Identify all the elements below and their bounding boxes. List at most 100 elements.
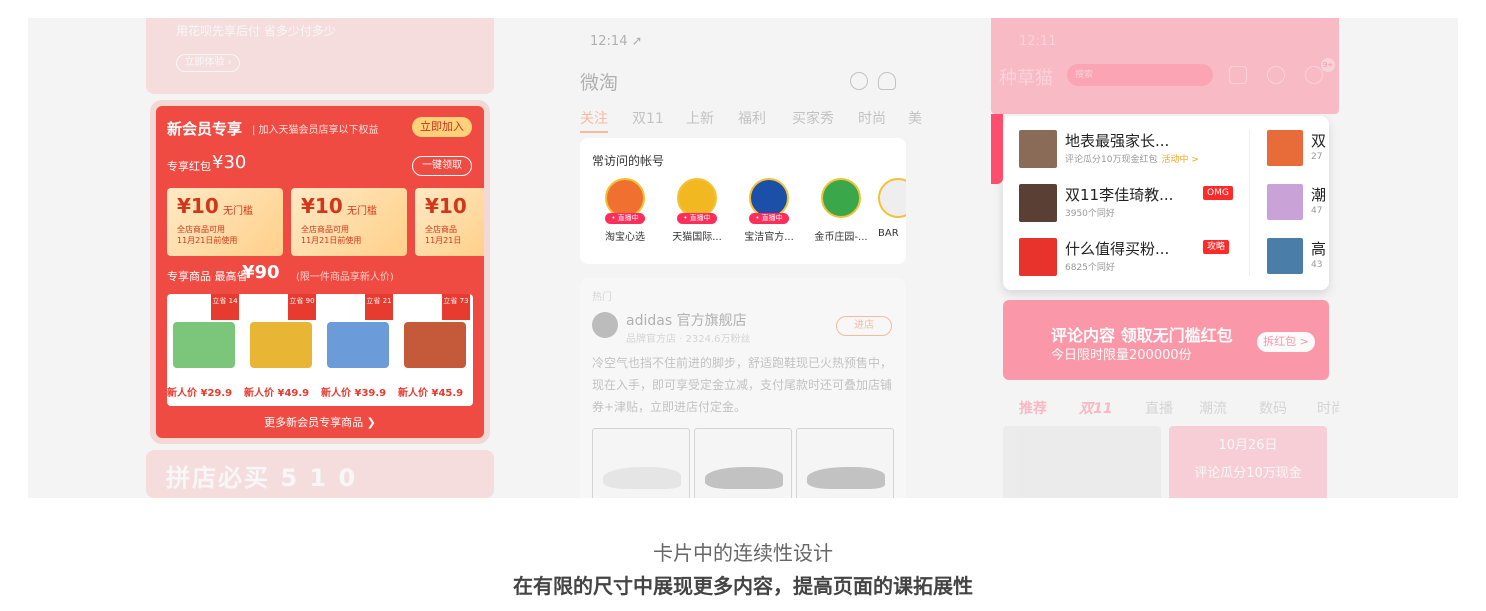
product-image bbox=[173, 322, 235, 368]
huabei-button[interactable]: 立即体验 › bbox=[176, 54, 240, 72]
topic-mini[interactable]: 高 43 bbox=[1267, 238, 1326, 274]
tab-buyer-show[interactable]: 买家秀 bbox=[792, 108, 834, 128]
user-icon[interactable] bbox=[878, 72, 896, 90]
tab-beauty[interactable]: 美 bbox=[908, 108, 922, 128]
join-button[interactable]: 立即加入 bbox=[412, 117, 472, 137]
product-strip: 立省 14 新人价 ¥29.9 立省 90 新人价 ¥49.9 立省 21 新人… bbox=[167, 294, 473, 406]
topic-row[interactable]: 什么值得买粉... 6825个同好 攻略 bbox=[1019, 238, 1259, 282]
save-flag: 立省 21 bbox=[365, 294, 393, 320]
coupon-scope: 全店商品 bbox=[425, 225, 457, 234]
topic-thumbnail bbox=[1267, 238, 1303, 274]
save-flag: 立省 14 bbox=[211, 294, 239, 320]
caption-title: 卡片中的连续性设计 bbox=[653, 541, 833, 565]
coupon-scope: 全店商品可用 bbox=[301, 225, 349, 234]
search-icon[interactable] bbox=[850, 72, 868, 90]
account-item[interactable]: 金币庄园-... bbox=[808, 178, 874, 243]
shoe-image[interactable] bbox=[796, 428, 894, 498]
tab-live[interactable]: 直播 bbox=[1145, 398, 1173, 418]
product-item[interactable]: 立省 21 新人价 ¥39.9 bbox=[321, 294, 397, 406]
shoe-image[interactable] bbox=[592, 428, 690, 498]
coupon-amount: ¥10 bbox=[177, 194, 219, 218]
account-avatar bbox=[605, 178, 645, 218]
topic-row[interactable]: 地表最强家长... 评论瓜分10万现金红包 活动中 > bbox=[1019, 130, 1259, 174]
coupon-amount: ¥10 bbox=[425, 194, 467, 218]
topic-tag: 攻略 bbox=[1203, 240, 1230, 254]
product-price: 新人价 ¥29.9 bbox=[167, 388, 233, 399]
tab-follow[interactable]: 关注 bbox=[580, 108, 608, 133]
account-item[interactable]: • 直播中 淘宝心选 bbox=[592, 178, 658, 243]
topic-sub: 3950个同好 bbox=[1065, 209, 1115, 219]
tile-text: 评论瓜分10万现金 bbox=[1194, 466, 1302, 481]
redpacket-banner[interactable]: 评论内容 领取无门槛红包 今日限时限量200000份 拆红包 > bbox=[1003, 300, 1329, 380]
account-item[interactable]: BAR bbox=[878, 178, 906, 239]
coupon-partial[interactable]: ¥10 全店商品 11月21日 bbox=[415, 188, 484, 256]
status-time: 12:11 bbox=[1019, 34, 1057, 49]
goods-note: (限一件商品享新人价) bbox=[296, 272, 394, 283]
product-image bbox=[327, 322, 389, 368]
bottom-promo-text: 拼店必买 5 1 0 bbox=[166, 464, 358, 492]
frequent-accounts-card: 常访问的帐号 • 直播中 淘宝心选 • 直播中 天猫国际... • 直播中 宝洁… bbox=[580, 138, 906, 264]
save-flag: 立省 73 bbox=[442, 294, 470, 320]
card-title: 新会员专享 bbox=[167, 120, 243, 138]
zhongcao-panel: 12:11 种草猫 搜索 9+ 地表最强家长... 评论瓜分10万现金红包 活动中… bbox=[991, 18, 1339, 498]
account-item[interactable]: • 直播中 宝洁官方... bbox=[736, 178, 802, 243]
live-badge: • 直播中 bbox=[605, 213, 645, 224]
tab-double11[interactable]: 双11 bbox=[632, 108, 664, 128]
hongbao-value: ¥30 bbox=[212, 152, 247, 173]
shoe-image[interactable] bbox=[694, 428, 792, 498]
product-price: 新人价 ¥45.9 bbox=[398, 388, 464, 399]
topic-mini[interactable]: 潮 47 bbox=[1267, 184, 1326, 220]
tab-fashion[interactable]: 时尚 bbox=[1317, 398, 1339, 418]
topic-row[interactable]: 双11李佳琦教... 3950个同好 OMG bbox=[1019, 184, 1259, 228]
coupon-amount: ¥10 bbox=[301, 194, 343, 218]
topic-thumbnail bbox=[1019, 184, 1057, 222]
showcase-stage: 用花呗先享后付 省多少付多少 立即体验 › 新会员专享 | 加入天猫会员店享以下… bbox=[28, 18, 1458, 498]
topic-mini-title: 双 bbox=[1311, 132, 1327, 150]
topic-mini-sub: 47 bbox=[1311, 206, 1323, 216]
product-item[interactable]: 立省 14 新人价 ¥29.9 bbox=[167, 294, 243, 406]
feed-tile[interactable] bbox=[1003, 426, 1161, 498]
tab-fashion[interactable]: 时尚 bbox=[858, 108, 886, 128]
camera-icon[interactable] bbox=[1229, 66, 1247, 84]
topic-mini-sub: 43 bbox=[1311, 260, 1323, 270]
product-item[interactable]: 立省 73 新人价 ¥45.9 bbox=[398, 294, 474, 406]
topic-active-label[interactable]: 活动中 > bbox=[1161, 155, 1198, 165]
brand-name[interactable]: adidas 官方旗舰店 bbox=[626, 310, 747, 330]
account-avatar bbox=[677, 178, 717, 218]
claim-button[interactable]: 一键领取 bbox=[412, 156, 472, 176]
topic-mini[interactable]: 双 27 bbox=[1267, 130, 1326, 166]
account-name: 天猫国际... bbox=[672, 232, 722, 243]
live-badge: • 直播中 bbox=[677, 213, 717, 224]
hongbao-label: 专享红包 bbox=[167, 160, 211, 173]
goods-label: 专享商品 最高省 bbox=[167, 270, 248, 283]
bottom-promo: 拼店必买 5 1 0 bbox=[146, 450, 494, 498]
topic-card: 地表最强家长... 评论瓜分10万现金红包 活动中 > 双11李佳琦教... 39… bbox=[991, 114, 1329, 290]
tab-new[interactable]: 上新 bbox=[686, 108, 714, 128]
coupon[interactable]: ¥10 无门槛 全店商品可用 11月21日前使用 bbox=[291, 188, 407, 256]
account-item[interactable]: • 直播中 天猫国际... bbox=[664, 178, 730, 243]
enter-store-button[interactable]: 进店 bbox=[836, 316, 892, 336]
topic-title: 双11李佳琦教... bbox=[1065, 186, 1174, 204]
tile-date: 10月26日 bbox=[1218, 438, 1278, 453]
product-item[interactable]: 立省 90 新人价 ¥49.9 bbox=[244, 294, 320, 406]
feed-card: 热门 adidas 官方旗舰店 品牌官方店 · 2324.6万粉丝 进店 冷空气… bbox=[580, 278, 906, 498]
tab-trend[interactable]: 潮流 bbox=[1199, 398, 1227, 418]
weitao-panel: 12:14 ➚ 微淘 关注 双11 上新 福利 买家秀 时尚 美 常访问的帐号 … bbox=[570, 18, 922, 498]
feed-tile[interactable]: 10月26日 评论瓜分10万现金 bbox=[1169, 426, 1327, 498]
tab-welfare[interactable]: 福利 bbox=[738, 108, 766, 128]
profile-icon[interactable] bbox=[1267, 66, 1285, 84]
topic-thumbnail bbox=[1019, 130, 1057, 168]
message-icon[interactable] bbox=[1305, 66, 1323, 84]
open-redpacket-button[interactable]: 拆红包 > bbox=[1257, 332, 1315, 352]
account-avatar bbox=[878, 178, 906, 218]
coupon[interactable]: ¥10 无门槛 全店商品可用 11月21日前使用 bbox=[167, 188, 283, 256]
tab-digital[interactable]: 数码 bbox=[1259, 398, 1287, 418]
search-input[interactable]: 搜索 bbox=[1067, 64, 1213, 86]
tab-recommend[interactable]: 推荐 bbox=[1019, 398, 1047, 418]
card-subtitle: | 加入天猫会员店享以下权益 bbox=[252, 125, 379, 136]
tab-double11[interactable]: 双11 bbox=[1079, 398, 1112, 418]
more-products-link[interactable]: 更多新会员专享商品 ❯ bbox=[156, 414, 484, 430]
account-name: 宝洁官方... bbox=[744, 232, 794, 243]
product-image bbox=[250, 322, 312, 368]
banner-subtitle: 今日限时限量200000份 bbox=[1051, 348, 1192, 363]
